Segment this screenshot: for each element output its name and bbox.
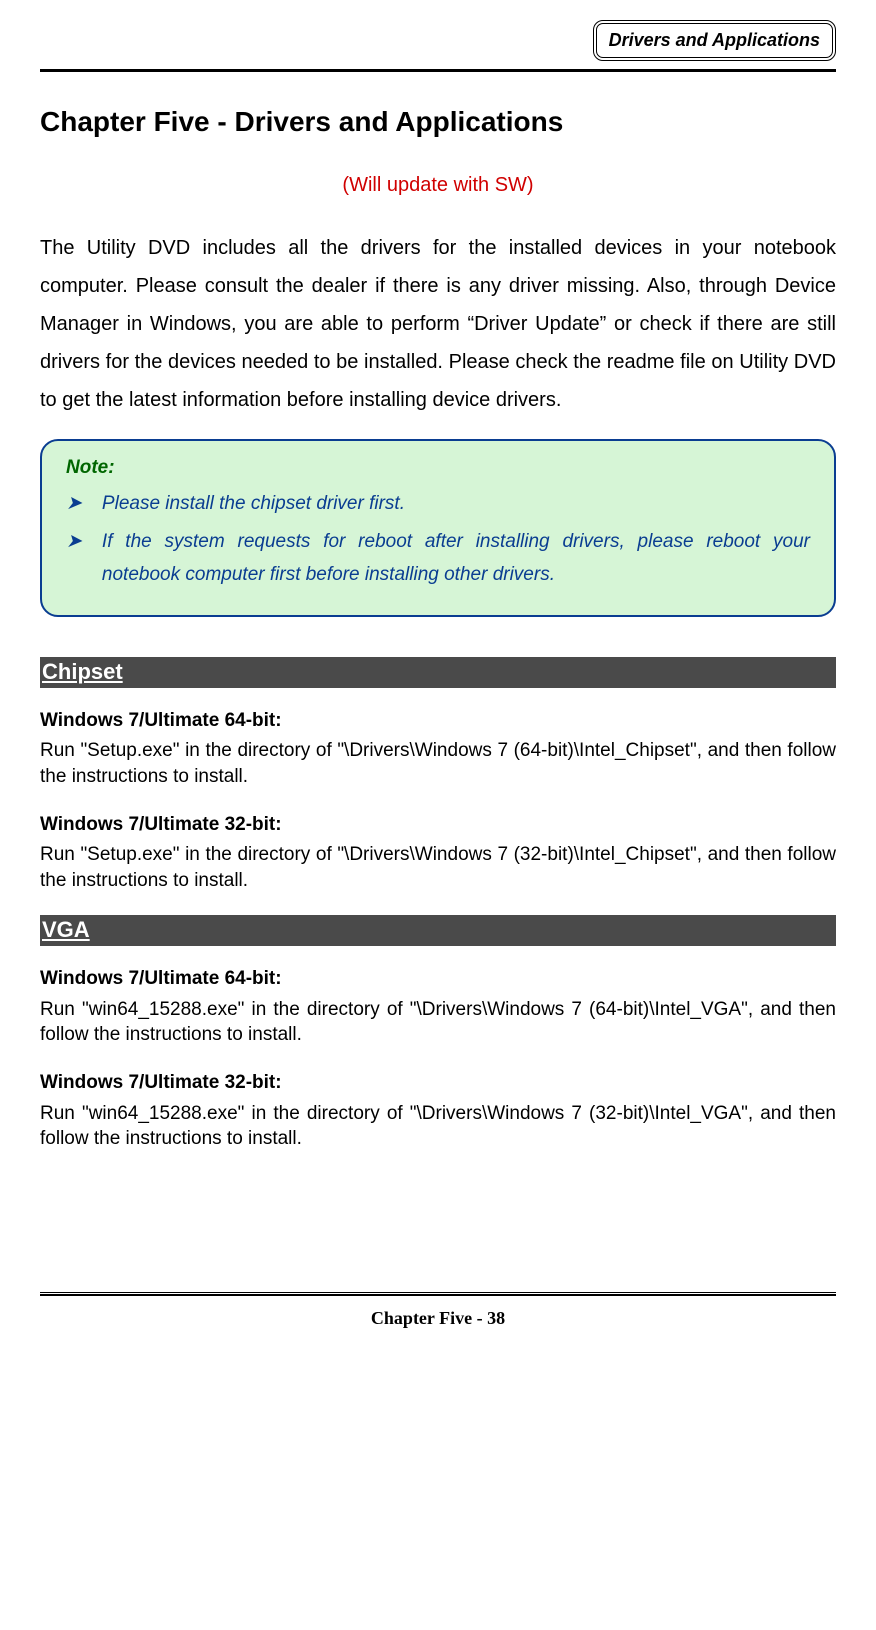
- body-text: Run "Setup.exe" in the directory of "\Dr…: [40, 738, 836, 789]
- subheading: Windows 7/Ultimate 64-bit:: [40, 966, 836, 993]
- page-footer: Chapter Five - 38: [40, 1306, 836, 1331]
- note-list: ➤ Please install the chipset driver firs…: [66, 488, 810, 591]
- subheading: Windows 7/Ultimate 32-bit:: [40, 812, 836, 839]
- bottom-divider: [40, 1292, 836, 1296]
- intro-paragraph: The Utility DVD includes all the drivers…: [40, 229, 836, 419]
- section-heading-vga: VGA: [40, 915, 836, 946]
- body-text: Run "Setup.exe" in the directory of "\Dr…: [40, 842, 836, 893]
- body-text: Run "win64_15288.exe" in the directory o…: [40, 997, 836, 1048]
- update-note: (Will update with SW): [40, 171, 836, 199]
- section-heading-chipset: Chipset: [40, 657, 836, 688]
- note-box: Note: ➤ Please install the chipset drive…: [40, 439, 836, 616]
- note-label: Note:: [66, 455, 810, 482]
- body-text: Run "win64_15288.exe" in the directory o…: [40, 1101, 836, 1152]
- triangle-bullet-icon: ➤: [66, 488, 82, 520]
- note-item-text: Please install the chipset driver first.: [102, 488, 405, 520]
- triangle-bullet-icon: ➤: [66, 526, 82, 558]
- top-divider: [40, 69, 836, 72]
- chapter-title: Chapter Five - Drivers and Applications: [40, 102, 836, 141]
- header-badge: Drivers and Applications: [593, 20, 836, 61]
- subheading: Windows 7/Ultimate 64-bit:: [40, 708, 836, 735]
- note-item: ➤ If the system requests for reboot afte…: [66, 526, 810, 591]
- subheading: Windows 7/Ultimate 32-bit:: [40, 1070, 836, 1097]
- note-item: ➤ Please install the chipset driver firs…: [66, 488, 810, 520]
- note-item-text: If the system requests for reboot after …: [102, 526, 810, 591]
